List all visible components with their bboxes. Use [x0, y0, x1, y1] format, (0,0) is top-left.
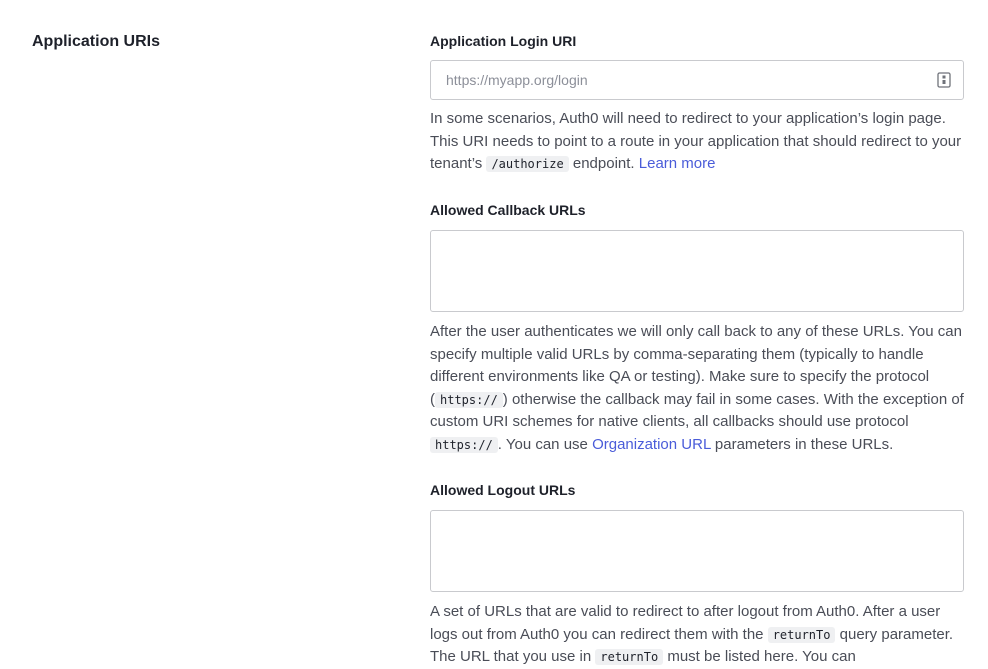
logout-urls-help: A set of URLs that are valid to redirect… — [430, 603, 954, 665]
login-uri-input[interactable]: https://myapp.org/login — [430, 60, 964, 100]
callback-urls-textarea[interactable] — [430, 230, 964, 312]
callback-urls-label: Allowed Callback URLs — [430, 202, 586, 218]
password-manager-icon[interactable] — [937, 72, 951, 88]
login-uri-placeholder: https://myapp.org/login — [446, 72, 588, 88]
https-code: https:// — [430, 436, 498, 453]
logout-urls-textarea[interactable] — [430, 510, 964, 592]
learn-more-link[interactable]: Learn more — [639, 155, 716, 172]
callback-urls-help: After the user authenticates we will onl… — [430, 323, 964, 453]
logout-urls-label: Allowed Logout URLs — [430, 482, 576, 498]
login-uri-label: Application Login URI — [430, 33, 577, 49]
returnto-code: returnTo — [595, 649, 664, 665]
returnto-code: returnTo — [767, 626, 836, 643]
https-code: https:// — [435, 391, 503, 408]
section-title: Application URIs — [32, 33, 161, 50]
authorize-code: /authorize — [486, 156, 569, 172]
organization-url-link[interactable]: Organization URL — [592, 436, 711, 453]
login-uri-help: In some scenarios, Auth0 will need to re… — [430, 110, 962, 172]
